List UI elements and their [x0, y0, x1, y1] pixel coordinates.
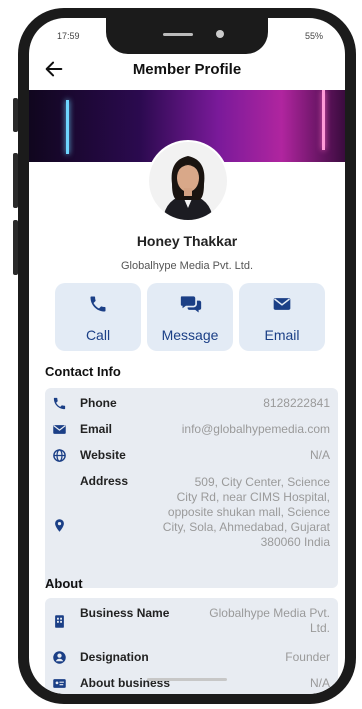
battery-percent: 55% [304, 31, 323, 41]
address-row[interactable]: Address 509, City Center, Science City R… [45, 474, 338, 584]
website-value[interactable]: N/A [310, 448, 330, 463]
neon-light-left [66, 100, 69, 154]
neon-light-right [322, 90, 325, 150]
globe-icon [53, 449, 66, 462]
user-circle-icon [53, 651, 66, 664]
phone-icon [53, 397, 66, 410]
member-company: Globalhype Media Pvt. Ltd. [120, 260, 254, 272]
business-name-line: Ltd. [309, 621, 330, 635]
phone-icon [90, 296, 106, 312]
address-line: City, Sola, Ahmedabad, Gujarat [162, 520, 330, 534]
call-label: Call [85, 327, 111, 343]
message-label: Message [161, 327, 219, 343]
app-bar: Member Profile [29, 56, 345, 88]
business-name-label: Business Name [80, 606, 170, 620]
designation-label: Designation [80, 650, 149, 664]
email-label: Email [264, 327, 300, 343]
designation-value: Founder [285, 650, 330, 664]
profile-photo [149, 142, 227, 220]
avatar [149, 142, 227, 220]
page-title: Member Profile [132, 61, 242, 78]
envelope-icon [273, 298, 291, 310]
screen: 17:59 55% Member Profile Honey Thakkar G… [29, 18, 345, 694]
building-icon [55, 615, 64, 628]
phone-label: Phone [80, 396, 117, 410]
about-title: About [45, 576, 83, 591]
contact-info-title: Contact Info [45, 364, 121, 379]
camera-icon [216, 30, 224, 38]
address-value[interactable]: 509, City Center, Science City Rd, near … [163, 475, 330, 550]
chat-icon [180, 296, 202, 313]
message-button[interactable]: Message [147, 283, 233, 351]
business-name-line: Globalhype Media Pvt. [209, 606, 330, 620]
member-name: Honey Thakkar [136, 233, 238, 249]
home-indicator[interactable] [147, 678, 227, 681]
address-line: opposite shukan mall, Science [167, 505, 330, 519]
address-line: City Rd, near CIMS Hospital, [176, 490, 330, 504]
business-name-value: Globalhype Media Pvt. Ltd. [209, 606, 330, 636]
website-label: Website [80, 448, 126, 462]
address-line: 509, City Center, Science [194, 475, 330, 489]
email-button[interactable]: Email [239, 283, 325, 351]
address-label: Address [80, 474, 129, 488]
id-card-icon [53, 679, 66, 688]
status-time: 17:59 [57, 31, 80, 41]
location-pin-icon [55, 519, 64, 532]
email-value[interactable]: info@globalhypemedia.com [182, 422, 330, 437]
about-business-value: N/A [309, 676, 330, 690]
address-line: 380060 India [260, 535, 330, 549]
camera-notch [106, 18, 268, 54]
phone-value[interactable]: 8128222841 [263, 396, 330, 411]
contact-info-card: Phone 8128222841 Email info@globalhypeme… [45, 388, 338, 588]
speaker-grille [163, 33, 193, 36]
email-label: Email [80, 422, 113, 436]
envelope-icon [53, 425, 66, 434]
call-button[interactable]: Call [55, 283, 141, 351]
